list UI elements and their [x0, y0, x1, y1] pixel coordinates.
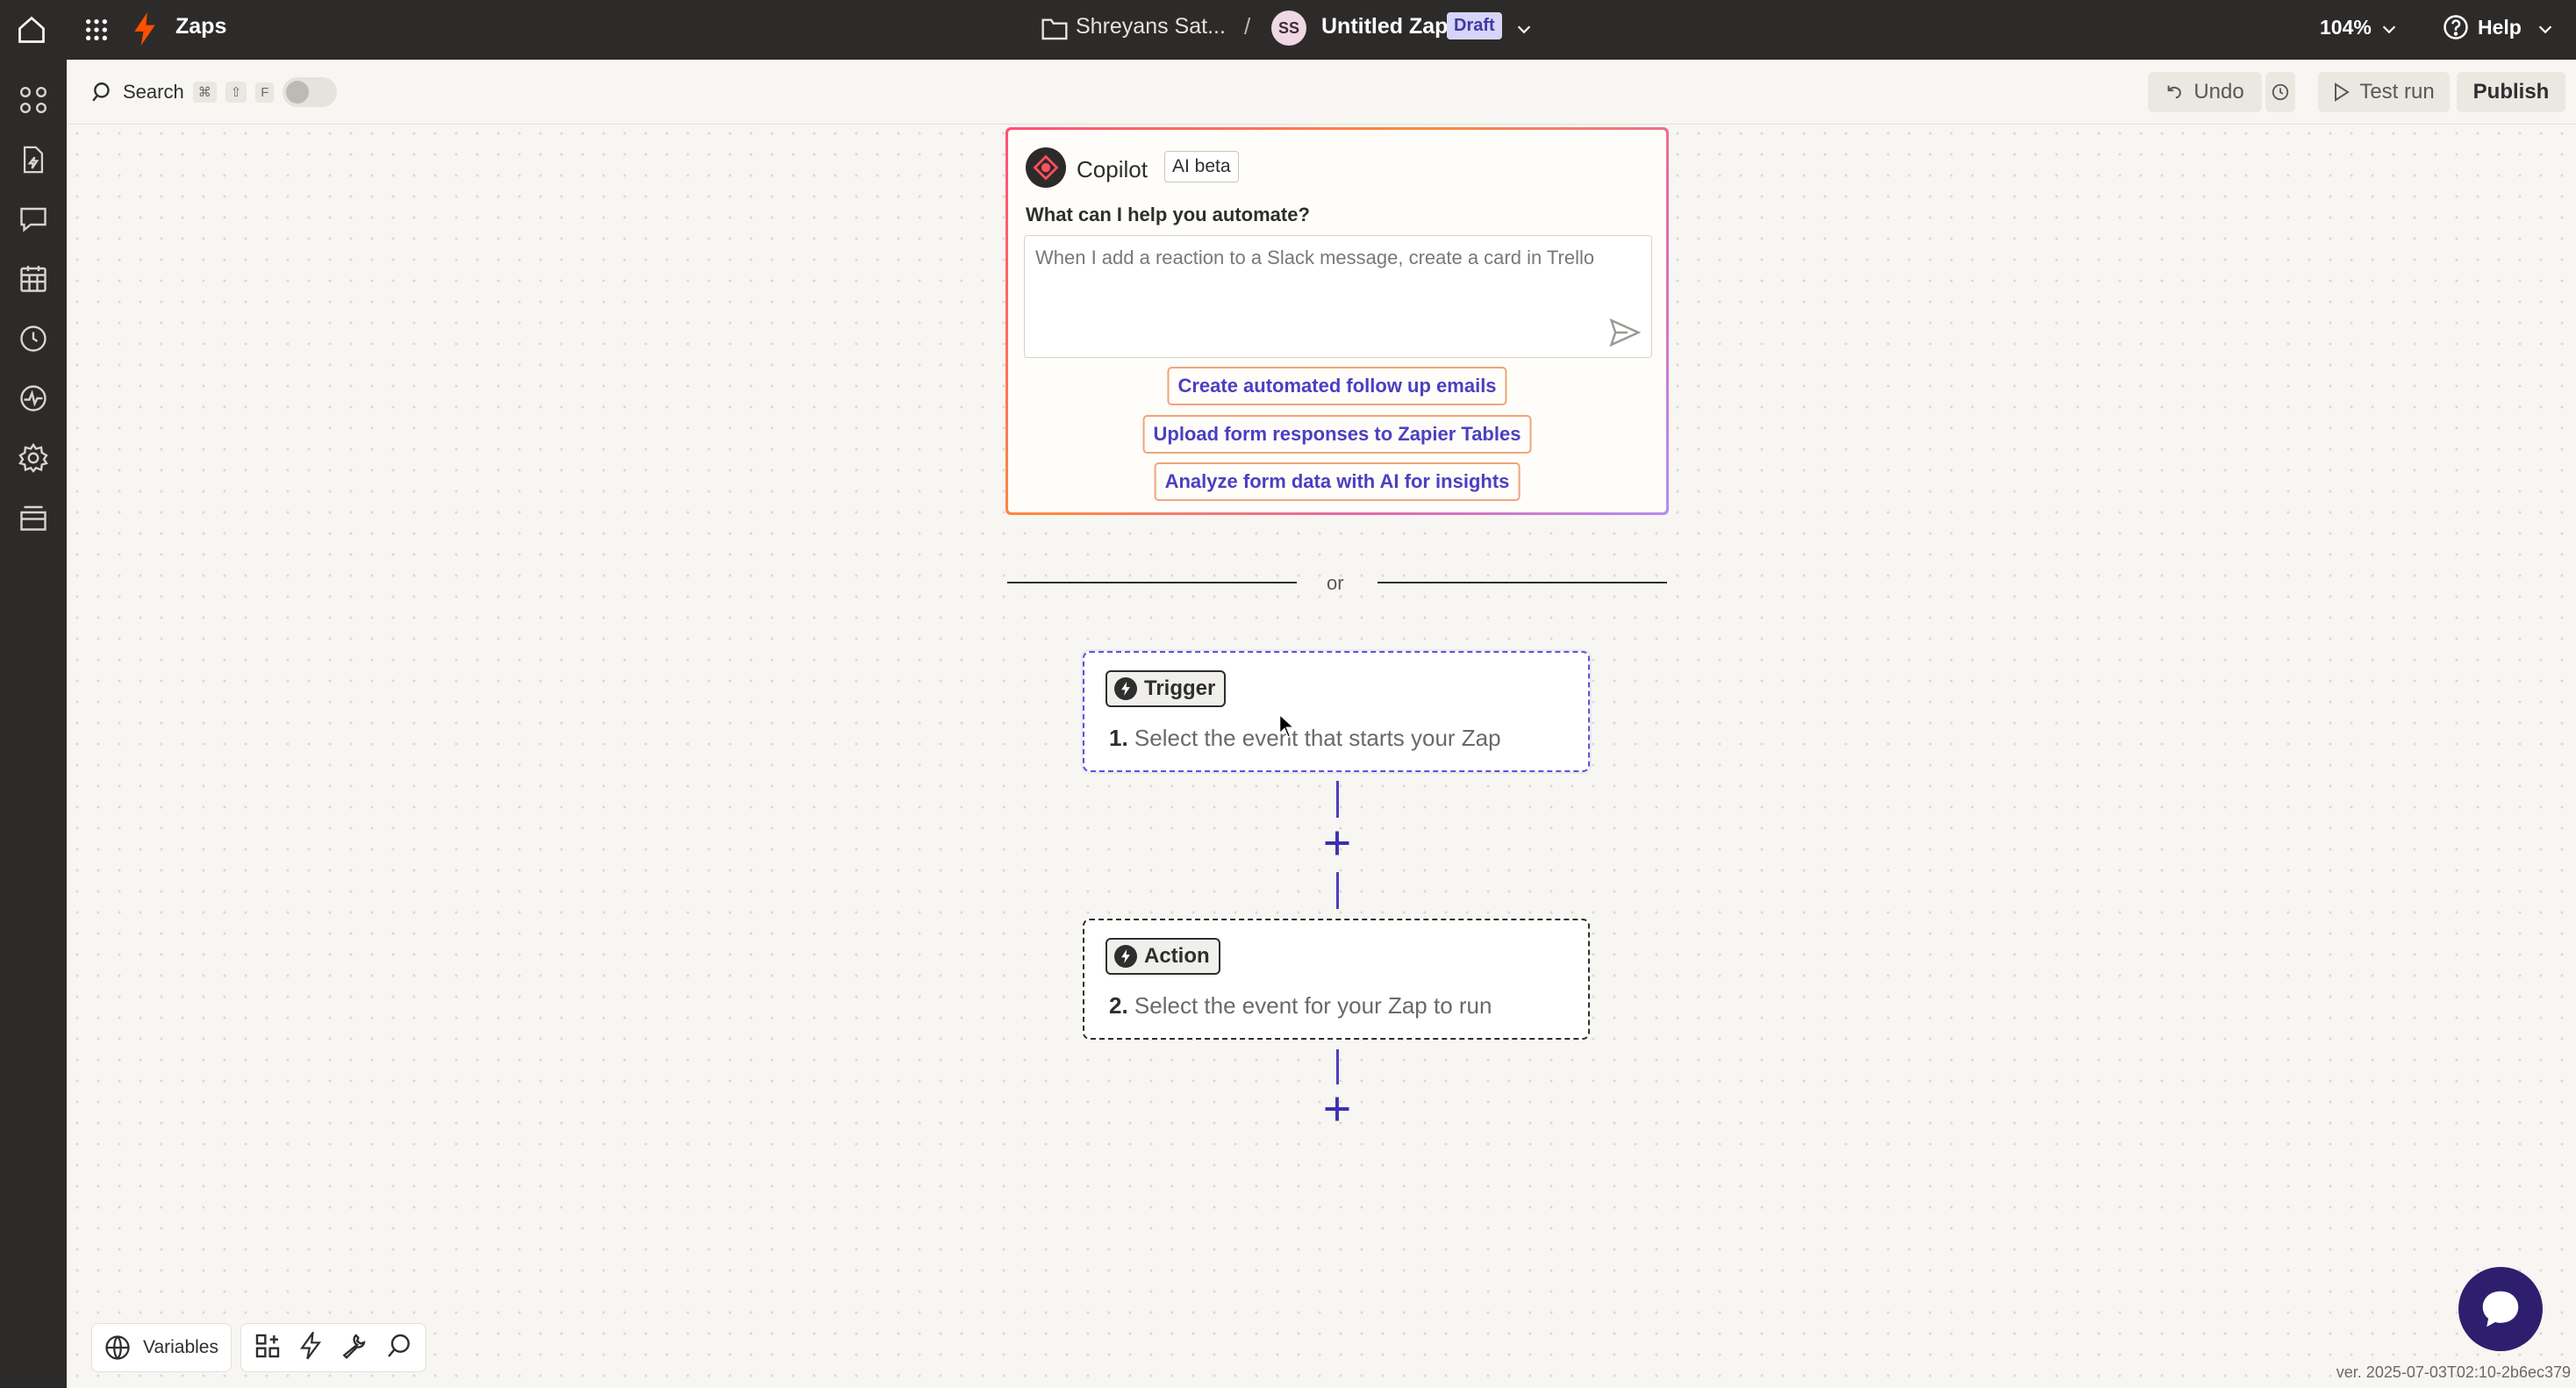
action-step-number: 2. [1109, 992, 1128, 1019]
trigger-badge-label: Trigger [1144, 676, 1216, 700]
suggestion-follow-up-emails[interactable]: Create automated follow up emails [1167, 367, 1507, 405]
breadcrumb-folder[interactable]: Shreyans Sat... [1076, 14, 1226, 39]
zoom-chevron-icon[interactable] [2379, 19, 2399, 39]
help-chevron-icon[interactable] [2536, 19, 2555, 39]
connector-line [1336, 872, 1339, 909]
app-grid-icon[interactable] [82, 16, 111, 44]
trigger-step-number: 1. [1109, 725, 1128, 751]
search-label: Search [123, 81, 184, 103]
zap-bolt-tool-icon[interactable] [299, 1328, 322, 1364]
suggestion-upload-form-responses[interactable]: Upload form responses to Zapier Tables [1142, 415, 1532, 454]
chevron-down-icon[interactable] [1514, 19, 1534, 39]
folder-icon [1041, 15, 1069, 41]
publish-button[interactable]: Publish [2457, 72, 2565, 112]
add-step-plus-icon[interactable] [1320, 1091, 1355, 1127]
play-icon [2335, 82, 2351, 102]
shortcut-key-f: F [255, 82, 275, 103]
shortcut-key-cmd: ⌘ [192, 82, 217, 103]
copilot-question: What can I help you automate? [1026, 204, 1310, 225]
bottom-toolbar: Variables [91, 1323, 426, 1372]
divider-or-text: or [1327, 572, 1344, 594]
zap-name[interactable]: Untitled Zap [1321, 14, 1448, 39]
action-step-description: Select the event for your Zap to run [1134, 992, 1492, 1019]
add-step-plus-icon[interactable] [1320, 826, 1355, 861]
canvas-tools [240, 1323, 426, 1372]
copilot-panel: Copilot AI beta What can I help you auto… [1005, 127, 1669, 515]
copilot-title: Copilot [1077, 156, 1148, 182]
clock-icon [2272, 83, 2289, 101]
trigger-bolt-icon [1114, 677, 1137, 700]
test-run-label: Test run [2359, 80, 2435, 104]
search-toggle[interactable] [283, 77, 338, 107]
app-title[interactable]: Zaps [175, 14, 226, 39]
search-button[interactable]: Search ⌘ ⇧ F [91, 77, 338, 107]
shortcut-key-shift: ⇧ [225, 82, 247, 103]
undo-button[interactable]: Undo [2148, 72, 2262, 112]
chat-bubble-icon [2482, 1291, 2519, 1327]
connector-line [1336, 781, 1339, 818]
send-icon[interactable] [1608, 318, 1642, 352]
ai-beta-badge: AI beta [1164, 151, 1239, 182]
variables-button[interactable]: Variables [91, 1323, 232, 1372]
stack-icon[interactable] [16, 500, 51, 535]
version-text: ver. 2025-07-03T02:10-2b6ec379 [2336, 1363, 2571, 1381]
globe-icon [105, 1335, 130, 1360]
copilot-prompt-input[interactable] [1024, 235, 1652, 358]
mouse-cursor-icon [1278, 712, 1298, 744]
connector-line [1336, 1049, 1339, 1084]
divider-right [1377, 582, 1667, 583]
trigger-step-card[interactable]: Trigger 1. Select the event that starts … [1083, 651, 1590, 772]
copilot-logo-icon [1026, 147, 1066, 188]
action-bolt-icon [1114, 945, 1137, 968]
undo-label: Undo [2193, 80, 2244, 104]
trigger-badge: Trigger [1106, 670, 1227, 707]
suggestion-analyze-form-data[interactable]: Analyze form data with AI for insights [1154, 462, 1521, 501]
apps-icon[interactable] [16, 82, 51, 118]
zoom-level[interactable]: 104% [2320, 16, 2372, 39]
help-label[interactable]: Help [2478, 16, 2522, 39]
undo-icon [2167, 85, 2182, 99]
top-bar: Zaps Shreyans Sat... / SS Untitled Zap D… [0, 0, 2576, 60]
status-badge: Draft [1447, 12, 1502, 39]
settings-gear-icon[interactable] [16, 440, 51, 476]
test-run-button[interactable]: Test run [2318, 72, 2450, 112]
interfaces-icon[interactable] [16, 202, 51, 237]
editor-toolbar: Search ⌘ ⇧ F Undo Test run Publish [67, 60, 2576, 125]
breadcrumb-separator: / [1244, 13, 1251, 39]
home-icon[interactable] [16, 14, 47, 46]
avatar[interactable]: SS [1271, 11, 1306, 46]
left-nav [0, 60, 67, 1388]
search-icon [92, 82, 110, 102]
wrench-icon[interactable] [340, 1332, 368, 1364]
history-icon[interactable] [16, 321, 51, 356]
action-badge: Action [1106, 938, 1220, 975]
zap-bolt-icon [132, 12, 158, 46]
help-icon[interactable] [2443, 14, 2469, 40]
zap-file-icon[interactable] [16, 142, 51, 177]
trigger-step-description: Select the event that starts your Zap [1134, 725, 1501, 751]
tables-icon[interactable] [16, 261, 51, 297]
redo-history-button[interactable] [2265, 72, 2295, 112]
activity-icon[interactable] [16, 381, 51, 416]
action-step-text: 2. Select the event for your Zap to run [1109, 992, 1492, 1020]
chat-support-button[interactable] [2458, 1267, 2543, 1351]
variables-label: Variables [143, 1337, 218, 1357]
canvas-search-icon[interactable] [385, 1332, 413, 1364]
action-badge-label: Action [1144, 944, 1210, 968]
add-apps-icon[interactable] [254, 1332, 282, 1364]
action-step-card[interactable]: Action 2. Select the event for your Zap … [1083, 919, 1590, 1040]
trigger-step-text: 1. Select the event that starts your Zap [1109, 725, 1501, 752]
divider-left [1007, 582, 1297, 583]
